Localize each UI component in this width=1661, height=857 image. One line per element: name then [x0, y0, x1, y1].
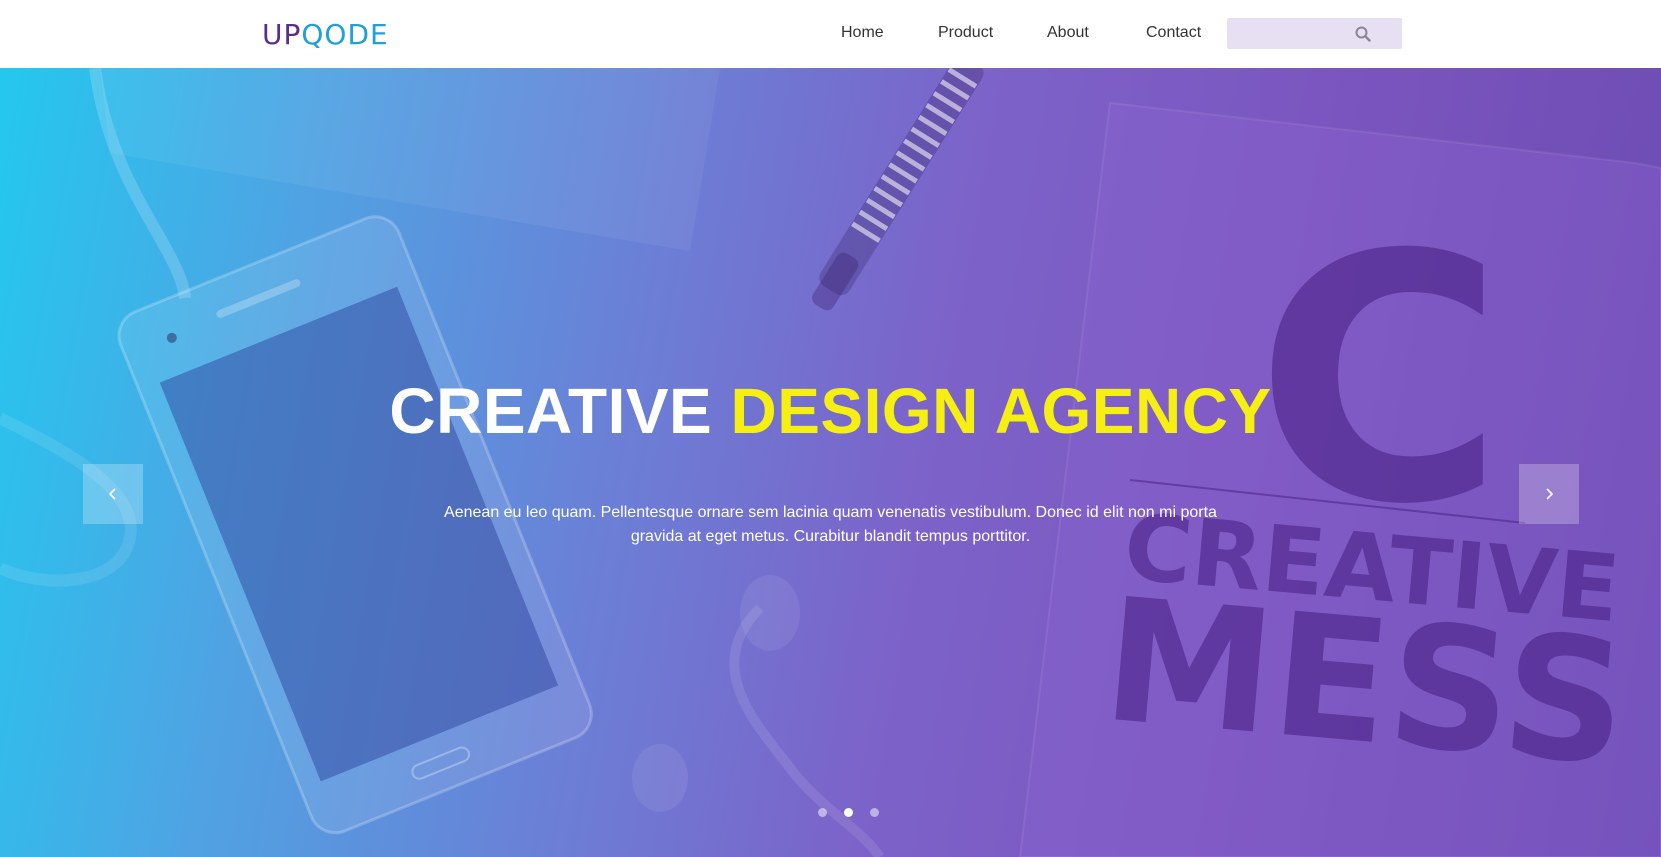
chevron-right-icon — [1546, 488, 1554, 500]
slider-dot-3[interactable] — [870, 808, 879, 817]
logo-part-qode: QODE — [301, 17, 389, 51]
hero-description-line-2: gravida at eget metus. Curabitur blandit… — [630, 528, 1031, 545]
hero-title: CREATIVE DESIGN AGENCY — [0, 374, 1661, 448]
nav-about[interactable]: About — [1047, 24, 1089, 42]
hero-title-white: CREATIVE — [389, 375, 713, 447]
nav-contact[interactable]: Contact — [1146, 24, 1201, 42]
slider-next-button[interactable] — [1519, 464, 1579, 524]
logo[interactable]: UP QODE — [262, 17, 389, 51]
hero-title-accent: DESIGN AGENCY — [730, 375, 1272, 447]
search-icon[interactable] — [1354, 25, 1372, 43]
search-input[interactable] — [1227, 18, 1367, 49]
slider-dot-2[interactable] — [844, 808, 853, 817]
hero-description: Aenean eu leo quam. Pellentesque ornare … — [430, 501, 1231, 549]
slider-dot-1[interactable] — [818, 808, 827, 817]
hero-background-image: C CREATIVE MESS — [0, 68, 1661, 857]
slider-prev-button[interactable] — [83, 464, 143, 524]
nav-product[interactable]: Product — [938, 24, 993, 42]
hero-description-line-1: Aenean eu leo quam. Pellentesque ornare … — [444, 504, 1217, 521]
chevron-left-icon — [108, 488, 116, 500]
nav-home[interactable]: Home — [841, 24, 884, 42]
search-box — [1227, 18, 1402, 49]
logo-part-up: UP — [262, 17, 302, 51]
hero-slider: C CREATIVE MESS CREATIVE DESIGN AGENCY A… — [0, 68, 1661, 857]
site-header: UP QODE Home Product About Contact — [0, 0, 1661, 68]
slider-dots — [818, 808, 896, 817]
